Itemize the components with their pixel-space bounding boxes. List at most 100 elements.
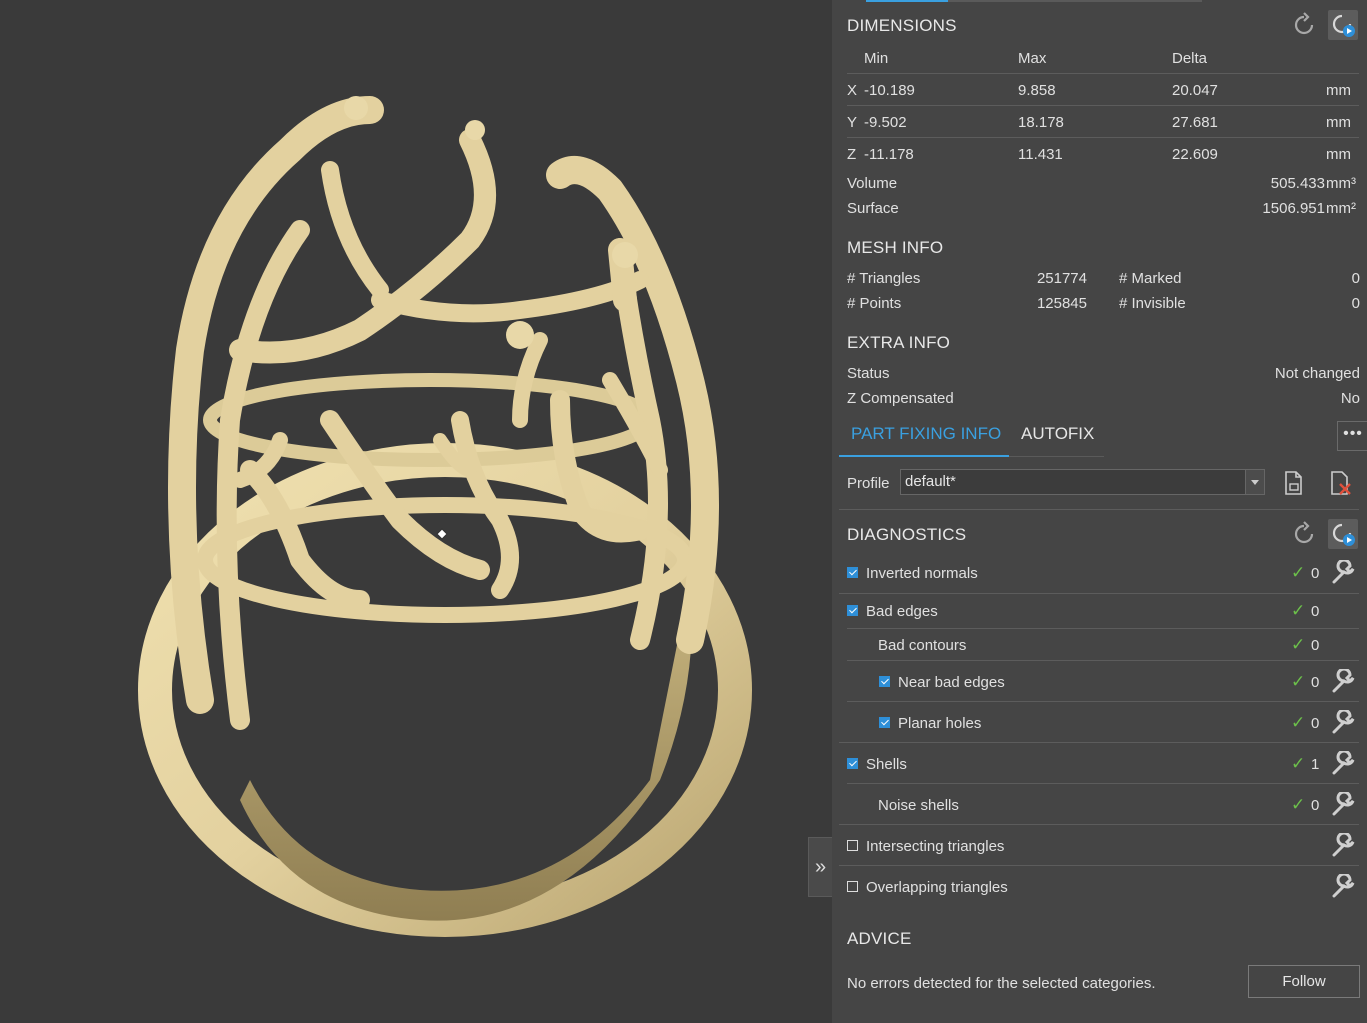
near-bad-edges-checkbox[interactable] [879,676,890,687]
dim-row-y-min: -9.502 [864,114,907,131]
divider [839,824,1359,825]
dim-row-x-min: -10.189 [864,82,915,99]
bad-edges-count: 0 [1311,603,1320,620]
collapse-panel-button[interactable]: » [808,837,832,897]
follow-button[interactable]: Follow [1248,965,1360,998]
wrench-icon[interactable] [1330,792,1356,818]
3d-viewport[interactable] [0,0,832,1023]
shells-label: Shells [866,756,907,773]
profile-label: Profile [847,475,890,492]
shells-count: 1 [1311,756,1320,773]
surface-value: 1506.951 [1262,200,1325,217]
bad-edges-checkbox[interactable] [847,605,858,616]
divider [839,865,1359,866]
dim-row-y-axis: Y [847,114,858,131]
overlapping-triangles-label: Overlapping triangles [866,879,1008,896]
dim-row-x-unit: mm [1326,82,1351,99]
points-label: # Points [847,295,902,312]
wrench-icon[interactable] [1330,874,1356,900]
top-tab-indicator [866,0,948,2]
divider [847,137,1359,138]
refresh-icon[interactable] [1289,10,1319,40]
chevron-down-icon[interactable] [1245,470,1264,494]
ring-model-render [138,96,752,937]
active-tab-underline [839,455,1009,457]
more-options-button[interactable]: ••• [1337,421,1367,451]
intersecting-triangles-label: Intersecting triangles [866,838,1005,855]
ok-check-icon: ✓ [1291,601,1306,620]
wrench-icon[interactable] [1330,710,1356,736]
dim-header-min: Min [864,50,889,67]
divider [847,660,1359,661]
divider [847,628,1359,629]
bad-contours-count: 0 [1311,637,1320,654]
inverted-normals-label: Inverted normals [866,565,978,582]
extra-info-title: EXTRA INFO [847,333,951,352]
triangles-label: # Triangles [847,270,921,287]
wrench-icon[interactable] [1330,669,1356,695]
marked-label: # Marked [1119,270,1182,287]
profile-select[interactable]: default* [900,469,1265,495]
ok-check-icon: ✓ [1291,795,1306,814]
advice-message: No errors detected for the selected cate… [847,975,1156,992]
noise-shells-count: 0 [1311,797,1320,814]
volume-unit: mm³ [1326,175,1356,192]
overlapping-triangles-checkbox[interactable] [847,881,858,892]
inverted-normals-count: 0 [1311,565,1320,582]
dim-row-y-unit: mm [1326,114,1351,131]
near-bad-edges-count: 0 [1311,674,1320,691]
divider [847,73,1359,74]
surface-unit: mm² [1326,200,1356,217]
invisible-value: 0 [1351,295,1360,312]
tab-part-fixing-info[interactable]: PART FIXING INFO [851,424,1001,444]
planar-holes-count: 0 [1311,715,1320,732]
volume-value: 505.433 [1270,175,1325,192]
marked-value: 0 [1351,270,1360,287]
divider [839,742,1359,743]
part-info-panel: DIMENSIONS Min Max Delta X -10.189 9.858… [832,0,1367,1023]
invisible-label: # Invisible [1119,295,1186,312]
planar-holes-checkbox[interactable] [879,717,890,728]
bad-contours-label: Bad contours [878,637,967,654]
divider [839,593,1359,594]
divider [847,105,1359,106]
points-value: 125845 [1036,295,1087,312]
dim-header-delta: Delta [1172,50,1208,67]
surface-label: Surface [847,200,899,217]
z-compensated-value: No [1340,390,1360,407]
shells-checkbox[interactable] [847,758,858,769]
planar-holes-label: Planar holes [898,715,982,732]
dimensions-title: DIMENSIONS [847,16,957,35]
z-compensated-label: Z Compensated [847,390,954,407]
wrench-icon[interactable] [1330,833,1356,859]
top-tab-rule [948,0,1202,2]
ok-check-icon: ✓ [1291,563,1306,582]
refresh-diagnostics-icon[interactable] [1289,519,1319,549]
profile-select-value: default* [905,473,956,490]
ok-check-icon: ✓ [1291,672,1306,691]
wrench-icon[interactable] [1330,560,1356,586]
dim-row-z-axis: Z [847,146,857,163]
auto-update-icon[interactable] [1328,10,1358,40]
tab-autofix[interactable]: AUTOFIX [1021,424,1094,444]
intersecting-triangles-checkbox[interactable] [847,840,858,851]
dim-row-y-delta: 27.681 [1172,114,1218,131]
near-bad-edges-label: Near bad edges [898,674,1005,691]
inverted-normals-checkbox[interactable] [847,567,858,578]
dim-row-x-max: 9.858 [1018,82,1056,99]
save-profile-icon[interactable] [1278,468,1308,498]
dim-row-z-delta: 22.609 [1172,146,1218,163]
dim-row-z-max: 11.431 [1018,146,1063,163]
diagnostics-title: DIAGNOSTICS [847,525,967,544]
divider [839,509,1359,510]
divider [847,701,1359,702]
dim-row-z-min: -11.178 [864,146,914,163]
auto-diagnostics-icon[interactable] [1328,519,1358,549]
ok-check-icon: ✓ [1291,754,1306,773]
bad-edges-label: Bad edges [866,603,938,620]
delete-profile-icon[interactable] [1325,468,1355,498]
wrench-icon[interactable] [1330,751,1356,777]
dim-row-z-unit: mm [1326,146,1351,163]
tab-rule [1009,456,1104,457]
ok-check-icon: ✓ [1291,713,1306,732]
